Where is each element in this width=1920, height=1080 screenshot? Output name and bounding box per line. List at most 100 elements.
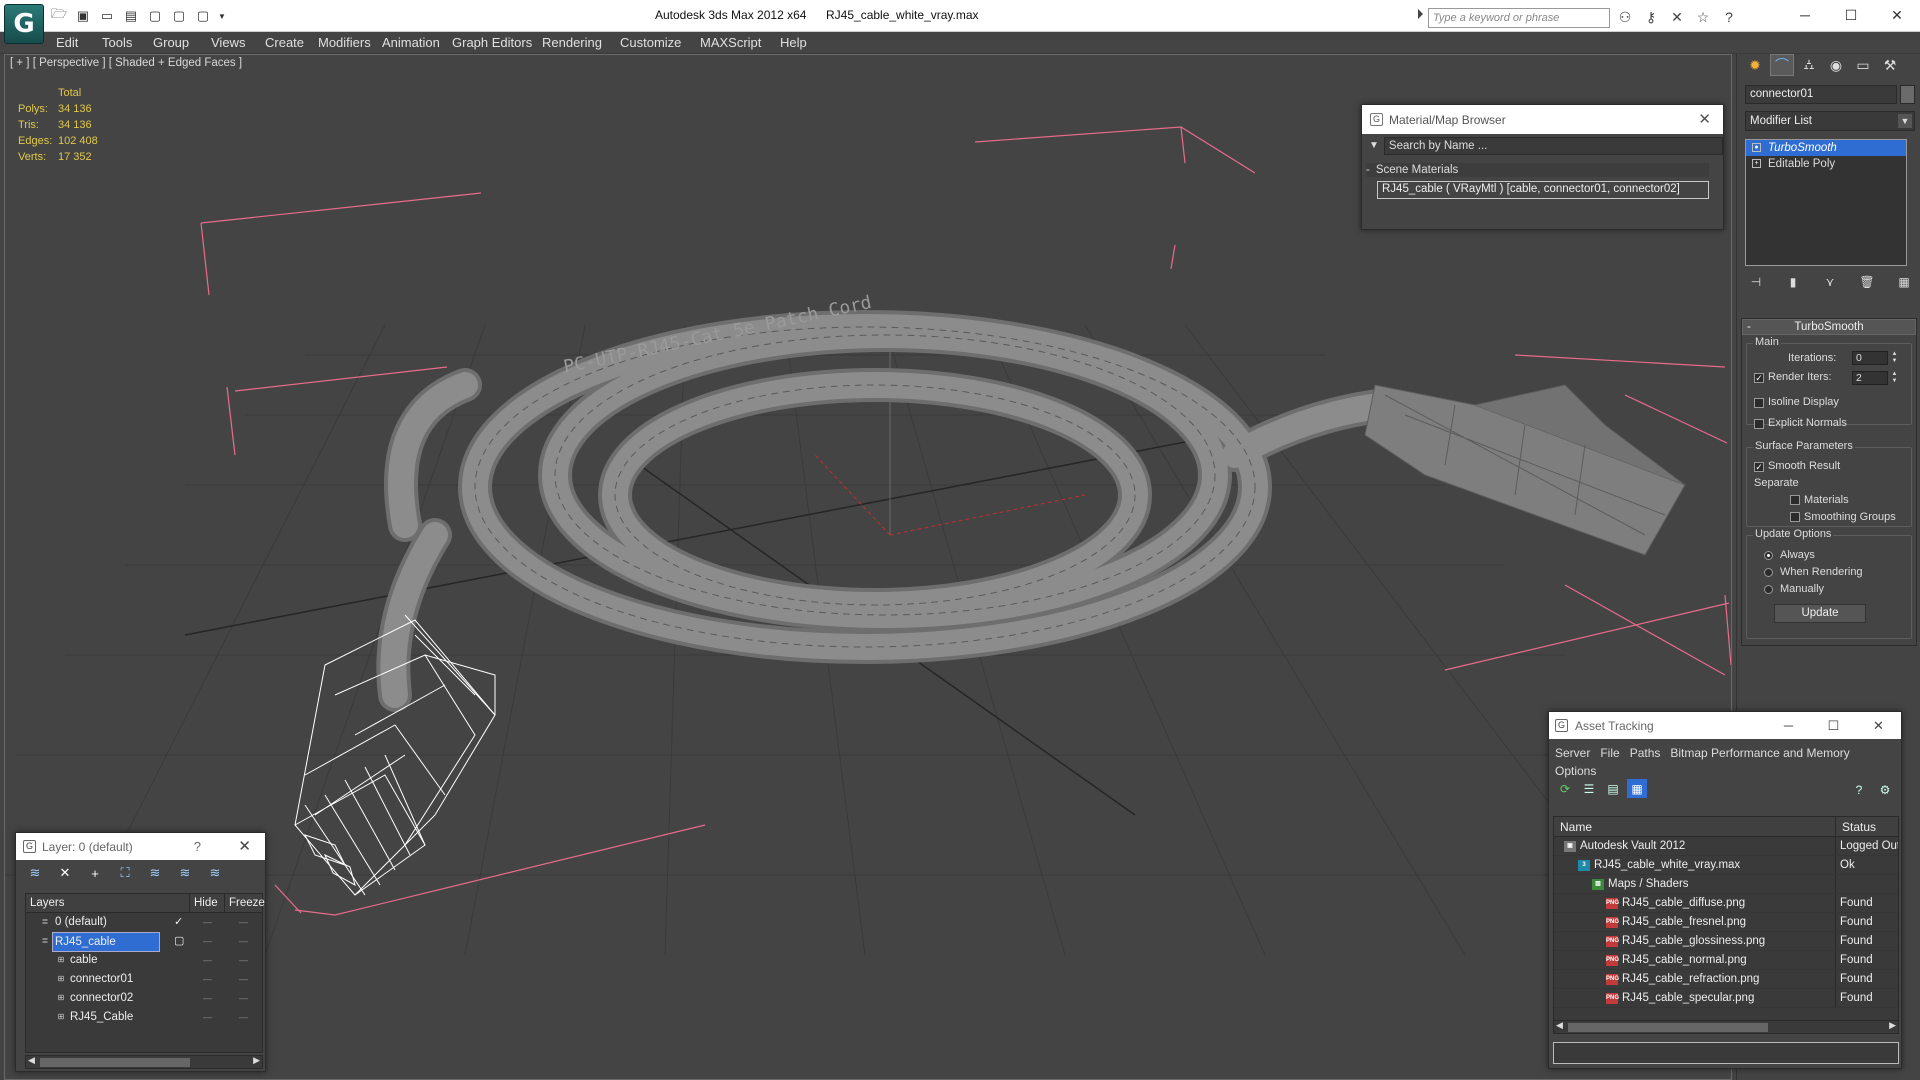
modifier-stack[interactable]: ● TurboSmooth + Editable Poly bbox=[1745, 139, 1907, 266]
layer-row[interactable]: ⊞ RJ45_Cable — — bbox=[26, 1008, 262, 1027]
table-view-icon[interactable]: ▦ bbox=[1627, 779, 1647, 798]
minimize-icon[interactable]: ─ bbox=[1782, 0, 1828, 30]
cable-mesh[interactable] bbox=[376, 310, 1402, 712]
layer-row[interactable]: ⊞ connector02— — bbox=[26, 989, 262, 1008]
menu-options[interactable]: Options bbox=[1555, 764, 1596, 778]
column-hide[interactable]: Hide bbox=[190, 894, 225, 912]
iterations-spinner[interactable]: 0 bbox=[1852, 351, 1888, 365]
freeze-toggle[interactable]: — bbox=[225, 913, 262, 932]
render-iters-checkbox[interactable]: ✓ bbox=[1754, 373, 1764, 383]
asset-row[interactable]: 3 RJ45_cable_white_vray.max Ok bbox=[1554, 856, 1898, 875]
help-icon[interactable]: ? bbox=[194, 839, 201, 854]
freeze-toggle[interactable]: — bbox=[225, 989, 262, 1008]
menu-tools[interactable]: Tools bbox=[102, 35, 132, 50]
scene-materials-section[interactable]: - Scene Materials bbox=[1366, 163, 1709, 177]
isoline-display-checkbox[interactable] bbox=[1754, 398, 1764, 408]
configure-sets-icon[interactable]: ▦ bbox=[1893, 272, 1915, 292]
hide-toggle[interactable]: — bbox=[190, 970, 225, 989]
object-color-swatch[interactable] bbox=[1900, 85, 1915, 104]
select-layer-icon[interactable]: ≋ bbox=[144, 863, 166, 883]
scrollbar-thumb[interactable] bbox=[40, 1058, 190, 1067]
layer-name-label[interactable]: 0 (default) bbox=[53, 913, 109, 931]
menu-views[interactable]: Views bbox=[211, 35, 245, 50]
minimize-icon[interactable]: ─ bbox=[1766, 712, 1811, 739]
maximize-icon[interactable]: ☐ bbox=[1828, 0, 1874, 30]
layer-row[interactable]: ⊞ cable — — bbox=[26, 951, 262, 970]
pin-stack-icon[interactable]: ⊣ bbox=[1745, 272, 1767, 292]
asset-row[interactable]: ▣ Autodesk Vault 2012 Logged Out bbox=[1554, 837, 1898, 856]
stack-item-editable-poly[interactable]: + Editable Poly bbox=[1746, 156, 1906, 172]
asset-tracking-titlebar[interactable]: G Asset Tracking ─ ☐ ✕ bbox=[1549, 712, 1901, 739]
connector02-mesh[interactable] bbox=[1364, 384, 1686, 556]
customize-dropdown-icon[interactable]: ▼ bbox=[216, 6, 228, 26]
menu-group[interactable]: Group bbox=[153, 35, 189, 50]
smooth-result-checkbox[interactable]: ✓ bbox=[1754, 462, 1764, 472]
maximize-icon[interactable]: ☐ bbox=[1811, 712, 1856, 739]
menu-modifiers[interactable]: Modifiers bbox=[318, 35, 371, 50]
scroll-left-icon[interactable]: ◀ bbox=[28, 1055, 35, 1066]
hide-toggle[interactable]: — bbox=[190, 951, 225, 970]
save-icon[interactable]: ▣ bbox=[72, 6, 94, 26]
hide-all-layers-icon[interactable]: ≋ bbox=[204, 863, 226, 883]
separate-materials-checkbox[interactable] bbox=[1790, 495, 1800, 505]
layer-manager-titlebar[interactable]: G Layer: 0 (default) ? ✕ bbox=[16, 833, 265, 860]
spinner-arrows-icon[interactable]: ▲ ▼ bbox=[1890, 371, 1899, 385]
set-current-layer-icon[interactable]: ≋ bbox=[174, 863, 196, 883]
asset-row[interactable]: PNG RJ45_cable_normal.png Found bbox=[1554, 951, 1898, 970]
filter-icon[interactable]: ▼ bbox=[1369, 140, 1379, 151]
freeze-toggle[interactable]: — bbox=[225, 932, 262, 951]
explicit-normals-checkbox[interactable] bbox=[1754, 419, 1764, 429]
lightbulb-icon[interactable]: ● bbox=[1752, 143, 1761, 152]
layer-row[interactable]: ≣ 0 (default) ✓ — — bbox=[26, 913, 262, 932]
hide-toggle[interactable]: — bbox=[190, 989, 225, 1008]
list-view-icon[interactable]: ☰ bbox=[1579, 779, 1599, 798]
layer-name-label[interactable]: cable bbox=[68, 951, 100, 969]
asset-row[interactable]: PNG RJ45_cable_refraction.png Found bbox=[1554, 970, 1898, 989]
column-status[interactable]: Status bbox=[1836, 817, 1898, 836]
menu-customize[interactable]: Customize bbox=[620, 35, 681, 50]
scroll-right-icon[interactable]: ▶ bbox=[253, 1055, 260, 1066]
asset-row[interactable]: PNG RJ45_cable_diffuse.png Found bbox=[1554, 894, 1898, 913]
asset-row[interactable]: PNG RJ45_cable_fresnel.png Found bbox=[1554, 913, 1898, 932]
close-icon[interactable]: ✕ bbox=[1874, 0, 1920, 30]
update-always-radio[interactable] bbox=[1764, 551, 1773, 560]
refresh-icon[interactable]: ⟳ bbox=[1555, 779, 1575, 798]
search-expand-icon[interactable] bbox=[1418, 9, 1423, 19]
thumbnail-view-icon[interactable]: ▤ bbox=[1603, 779, 1623, 798]
stack-item-turbosmooth[interactable]: ● TurboSmooth bbox=[1746, 140, 1906, 156]
star-icon[interactable]: ☆ bbox=[1692, 7, 1714, 27]
modifier-list-dropdown[interactable]: Modifier List ▼ bbox=[1745, 111, 1915, 131]
menu-paths[interactable]: Paths bbox=[1630, 746, 1661, 760]
spinner-arrows-icon[interactable]: ▲ ▼ bbox=[1890, 351, 1899, 365]
utilities-icon[interactable]: ⚒ bbox=[1878, 54, 1902, 76]
menu-help[interactable]: Help bbox=[780, 35, 807, 50]
update-when-rendering-radio[interactable] bbox=[1764, 568, 1773, 577]
turbosmooth-rollout-header[interactable]: - TurboSmooth bbox=[1742, 319, 1916, 335]
close-icon[interactable]: ✕ bbox=[1856, 712, 1901, 739]
render-iters-spinner[interactable]: 2 bbox=[1852, 371, 1888, 385]
separate-smoothing-groups-checkbox[interactable] bbox=[1790, 512, 1800, 522]
app-logo-button[interactable]: G bbox=[4, 4, 44, 44]
menu-maxscript[interactable]: MAXScript bbox=[700, 35, 761, 50]
column-name[interactable]: Name bbox=[1554, 817, 1836, 836]
menu-server[interactable]: Server bbox=[1555, 746, 1590, 760]
show-end-result-icon[interactable]: ▮ bbox=[1782, 272, 1804, 292]
open-folder-icon[interactable]: 🗁 bbox=[48, 6, 70, 26]
expand-icon[interactable]: + bbox=[1752, 159, 1761, 168]
viewport-label[interactable]: [ + ] [ Perspective ] [ Shaded + Edged F… bbox=[10, 57, 242, 69]
hide-toggle[interactable]: — bbox=[190, 932, 225, 951]
fetch-icon[interactable]: ▢ bbox=[144, 6, 166, 26]
menu-edit[interactable]: Edit bbox=[56, 35, 78, 50]
delete-layer-icon[interactable]: ✕ bbox=[54, 863, 76, 883]
freeze-toggle[interactable]: — bbox=[225, 970, 262, 989]
layer-name-label[interactable]: RJ45_cable bbox=[52, 932, 160, 952]
menu-file[interactable]: File bbox=[1600, 746, 1619, 760]
material-item[interactable]: RJ45_cable ( VRayMtl ) [cable, connector… bbox=[1377, 181, 1709, 199]
menu-create[interactable]: Create bbox=[265, 35, 304, 50]
menu-bitmap-performance[interactable]: Bitmap Performance and Memory bbox=[1670, 746, 1849, 760]
set-current-checkbox-icon[interactable]: ▢ bbox=[174, 932, 184, 950]
object-name-field[interactable]: connector01 bbox=[1745, 85, 1897, 104]
binoculars-icon[interactable]: ⚇ bbox=[1614, 7, 1636, 27]
select-objects-icon[interactable]: ⛶ bbox=[114, 863, 136, 883]
close-icon[interactable]: ✕ bbox=[1698, 110, 1711, 128]
